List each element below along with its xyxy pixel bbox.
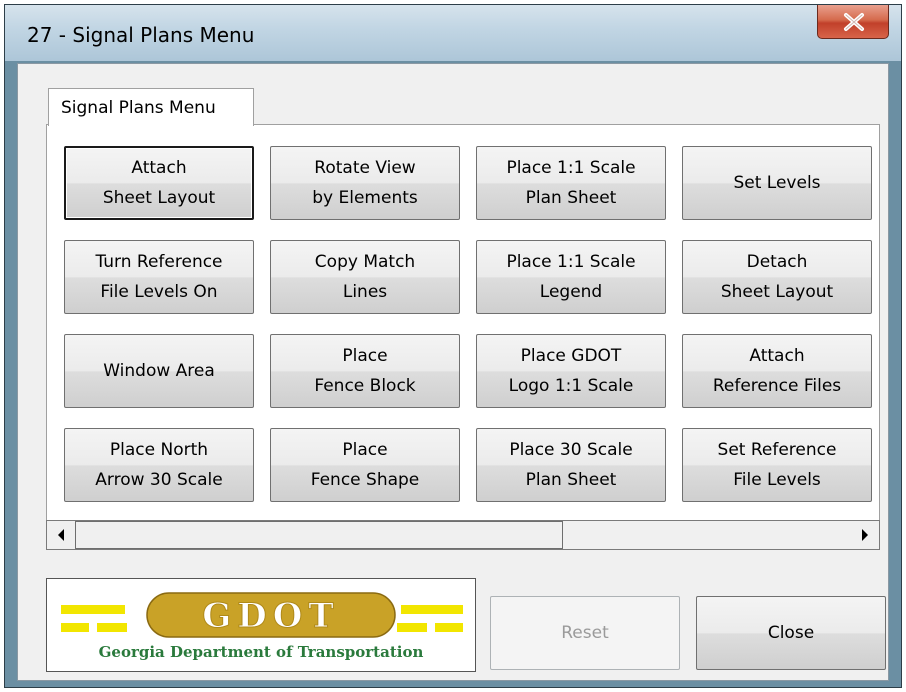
gdot-logo: GDOT Georgia Department of Transportatio…	[46, 578, 476, 672]
set-reference-file-levels-button[interactable]: Set Reference File Levels	[682, 428, 872, 502]
scrollbar-thumb[interactable]	[75, 521, 563, 549]
detach-sheet-layout-button[interactable]: Detach Sheet Layout	[682, 240, 872, 314]
tab-label: Signal Plans Menu	[61, 98, 216, 118]
place-fence-shape-button[interactable]: Place Fence Shape	[270, 428, 460, 502]
turn-reference-levels-on-button[interactable]: Turn Reference File Levels On	[64, 240, 254, 314]
attach-sheet-layout-button[interactable]: Attach Sheet Layout	[64, 146, 254, 220]
dialog-window: 27 - Signal Plans Menu Signal Plans Menu…	[4, 4, 902, 688]
horizontal-scrollbar[interactable]	[46, 520, 880, 550]
logo-caption: Georgia Department of Transportation	[98, 643, 424, 661]
close-x-icon	[844, 13, 864, 31]
right-arrow-icon[interactable]	[851, 521, 879, 549]
place-fence-block-button[interactable]: Place Fence Block	[270, 334, 460, 408]
attach-reference-files-button[interactable]: Attach Reference Files	[682, 334, 872, 408]
place-north-arrow-button[interactable]: Place North Arrow 30 Scale	[64, 428, 254, 502]
window-title: 27 - Signal Plans Menu	[27, 23, 255, 47]
dialog-client-area: Signal Plans Menu Attach Sheet Layout Ro…	[17, 63, 889, 681]
copy-match-lines-button[interactable]: Copy Match Lines	[270, 240, 460, 314]
close-window-button[interactable]	[817, 5, 889, 39]
place-30-scale-plan-sheet-button[interactable]: Place 30 Scale Plan Sheet	[476, 428, 666, 502]
rotate-view-button[interactable]: Rotate View by Elements	[270, 146, 460, 220]
place-1to1-legend-button[interactable]: Place 1:1 Scale Legend	[476, 240, 666, 314]
title-bar[interactable]: 27 - Signal Plans Menu	[5, 5, 901, 61]
place-gdot-logo-button[interactable]: Place GDOT Logo 1:1 Scale	[476, 334, 666, 408]
close-button[interactable]: Close	[696, 596, 886, 670]
left-arrow-icon[interactable]	[47, 521, 75, 549]
place-1to1-plan-sheet-button[interactable]: Place 1:1 Scale Plan Sheet	[476, 146, 666, 220]
gdot-wordmark: GDOT	[202, 596, 339, 636]
window-area-button[interactable]: Window Area	[64, 334, 254, 408]
tab-signal-plans-menu[interactable]: Signal Plans Menu	[48, 88, 254, 126]
reset-button[interactable]: Reset	[490, 596, 680, 670]
set-levels-button[interactable]: Set Levels	[682, 146, 872, 220]
